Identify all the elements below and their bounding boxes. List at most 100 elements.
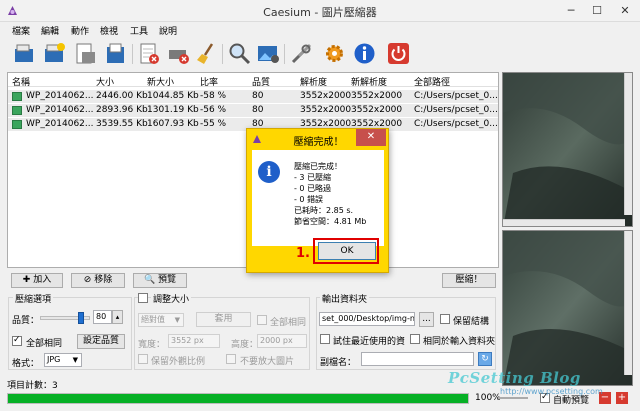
menu-file[interactable]: 檔案 — [12, 24, 30, 37]
chevron-down-icon: ▼ — [174, 316, 180, 324]
original-photo — [503, 73, 632, 226]
toolbar-separator — [284, 44, 285, 64]
zoom-slider[interactable] — [498, 397, 528, 399]
add-folder-icon[interactable] — [42, 41, 67, 66]
keep-structure-checkbox[interactable] — [440, 314, 450, 324]
quality-input[interactable]: 80 — [93, 310, 112, 324]
add-preview-icon[interactable]: + — [616, 392, 628, 404]
format-select[interactable]: JPG ▼ — [44, 353, 82, 367]
keep-ratio-label: 保留外觀比例 — [151, 357, 206, 367]
suffix-label: 副檔名： — [320, 358, 357, 368]
cell-resolution: 3552x2000 — [300, 91, 352, 101]
column-name[interactable]: 名稱 — [12, 75, 30, 88]
column-resolution[interactable]: 解析度 — [300, 75, 327, 88]
vertical-scrollbar[interactable] — [624, 73, 632, 215]
compressed-image-preview[interactable] — [502, 230, 633, 386]
browse-button[interactable]: ... — [419, 312, 434, 327]
cell-quality: 80 — [252, 105, 264, 115]
refresh-icon[interactable]: ↻ — [478, 352, 492, 366]
column-quality[interactable]: 品質 — [252, 75, 270, 88]
cell-size: 3539.55 Kb — [96, 119, 148, 129]
preview-button[interactable]: 🔍 預覽 — [133, 273, 187, 288]
no-enlarge-checkbox — [226, 354, 236, 364]
menu-view[interactable]: 檢視 — [100, 24, 118, 37]
power-icon[interactable] — [386, 41, 411, 66]
window-title: Caesium - 圖片壓縮器 — [263, 6, 377, 19]
cell-new-size: 1607.93 Kb — [147, 119, 199, 129]
resize-unit-value: 絕對值 — [141, 315, 165, 324]
suffix-input[interactable] — [361, 352, 474, 366]
search-icon[interactable] — [227, 41, 252, 66]
save-list-icon[interactable] — [103, 41, 128, 66]
keep-ratio-checkbox — [138, 354, 148, 364]
cell-quality: 80 — [252, 91, 264, 101]
column-ratio[interactable]: 比率 — [200, 75, 218, 88]
menu-action[interactable]: 動作 — [71, 24, 89, 37]
quality-spinner[interactable]: ▴ — [112, 310, 123, 324]
info-icon[interactable] — [352, 41, 377, 66]
cell-name: WP_2014062... — [26, 119, 94, 129]
quality-slider-thumb[interactable] — [78, 312, 84, 324]
image-preview-icon[interactable] — [256, 41, 281, 66]
cell-full-path: C:/Users/pcset_0... — [414, 91, 498, 101]
menu-edit[interactable]: 編輯 — [41, 24, 59, 37]
compress-button[interactable]: 壓縮！ — [442, 273, 496, 288]
no-enlarge-label: 不要放大圖片 — [240, 357, 295, 367]
format-value: JPG — [47, 355, 61, 364]
resize-checkbox[interactable] — [138, 293, 148, 303]
cell-resolution: 3552x2000 — [300, 105, 352, 115]
apply-button: 套用 — [196, 312, 251, 327]
minimize-button[interactable]: ─ — [558, 0, 584, 22]
cell-new-size: 1301.19 Kb — [147, 105, 199, 115]
output-folder-title: 輸出資料夾 — [320, 292, 370, 305]
original-image-preview[interactable] — [502, 72, 633, 227]
cell-full-path: C:/Users/pcset_0... — [414, 119, 498, 129]
file-list-header: 名稱 大小 新大小 比率 品質 解析度 新解析度 全部路徑 — [8, 73, 498, 88]
table-row[interactable]: WP_2014062... 2446.00 Kb 1044.85 Kb -58 … — [8, 90, 498, 103]
remove-item-icon[interactable] — [137, 41, 162, 66]
cell-ratio: -58 % — [200, 91, 227, 101]
close-button[interactable]: ✕ — [610, 0, 640, 22]
toolbar-separator — [222, 44, 223, 64]
gear-icon[interactable] — [322, 41, 347, 66]
dialog-message: 壓縮已完成！ - 3 已壓縮 - 0 已略過 - 0 錯誤 已耗時：2.85 s… — [294, 162, 367, 226]
watermark-url: http://www.pcsetting.com — [500, 387, 603, 396]
step-annotation: 1. — [296, 246, 310, 261]
dialog-close-button[interactable]: ✕ — [356, 129, 386, 146]
column-new-size[interactable]: 新大小 — [147, 75, 174, 88]
compression-options-title: 壓縮選項 — [13, 292, 54, 305]
column-full-path[interactable]: 全部路徑 — [414, 75, 450, 88]
column-new-resolution[interactable]: 新解析度 — [351, 75, 387, 88]
output-path-input[interactable]: set_000/Desktop/img-new — [319, 312, 415, 326]
add-button[interactable]: ✚ 加入 — [11, 273, 63, 288]
resize-title: 調整大小 — [151, 292, 192, 305]
dialog-body: i 壓縮已完成！ - 3 已壓縮 - 0 已略過 - 0 錯誤 已耗時：2.85… — [252, 150, 384, 246]
same-as-input-checkbox[interactable] — [410, 334, 420, 344]
same-quality-label: 全部相同 — [26, 339, 63, 349]
column-size[interactable]: 大小 — [96, 75, 114, 88]
cell-name: WP_2014062... — [26, 105, 94, 115]
broom-icon[interactable] — [194, 41, 219, 66]
image-file-icon — [12, 106, 22, 115]
set-quality-button[interactable]: 設定品質 — [77, 334, 125, 349]
watermark-brand: PcSetting Blog — [448, 369, 581, 387]
menu-tools[interactable]: 工具 — [130, 24, 148, 37]
table-row[interactable]: WP_2014062... 2893.96 Kb 1301.19 Kb -56 … — [8, 104, 498, 117]
add-files-icon[interactable] — [12, 41, 37, 66]
save-icon[interactable] — [73, 41, 98, 66]
title-bar: Caesium - 圖片壓縮器 ─ ☐ ✕ — [0, 0, 640, 22]
menu-bar: 檔案 編輯 動作 檢視 工具 說明 — [0, 22, 640, 38]
remove-button[interactable]: ⊘ 移除 — [71, 273, 125, 288]
maximize-button[interactable]: ☐ — [584, 0, 610, 22]
compressed-photo — [503, 231, 632, 385]
clear-list-icon[interactable] — [166, 41, 191, 66]
horizontal-scrollbar[interactable] — [503, 219, 625, 226]
height-input: 2000 px — [257, 334, 307, 348]
try-recent-checkbox[interactable] — [320, 334, 330, 344]
quality-slider[interactable] — [40, 312, 90, 324]
menu-help[interactable]: 說明 — [159, 24, 177, 37]
settings-tools-icon[interactable] — [289, 41, 314, 66]
same-quality-checkbox[interactable] — [12, 335, 22, 346]
vertical-scrollbar[interactable] — [624, 231, 632, 375]
cell-full-path: C:/Users/pcset_0... — [414, 105, 498, 115]
